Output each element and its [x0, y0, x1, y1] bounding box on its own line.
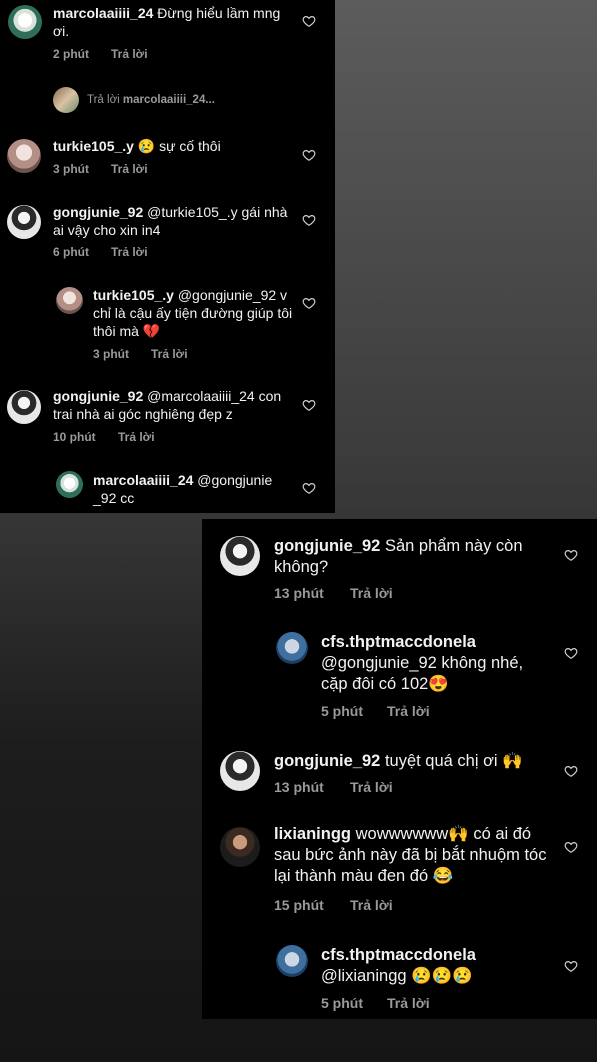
comment-text: turkie105_.y 😢 sự cố thôi — [53, 138, 221, 154]
comment-time: 3 phút — [93, 347, 129, 361]
heart-icon[interactable] — [564, 764, 578, 778]
heart-icon[interactable] — [302, 213, 316, 227]
comment-meta: 13 phút Trả lời — [274, 585, 393, 601]
comment-time: 6 phút — [53, 245, 89, 259]
comment-username[interactable]: cfs.thptmaccdonela — [321, 946, 476, 964]
reply-button[interactable]: Trả lời — [387, 703, 430, 719]
heart-icon[interactable] — [302, 398, 316, 412]
avatar[interactable] — [276, 632, 308, 664]
heart-icon[interactable] — [564, 548, 578, 562]
comment-time: 5 phút — [321, 995, 363, 1011]
comment-text: gongjunie_92 Sản phẩm này còn không? — [274, 537, 523, 577]
comment-username[interactable]: gongjunie_92 — [53, 204, 143, 220]
avatar[interactable] — [56, 471, 83, 498]
comment-time: 5 phút — [321, 703, 363, 719]
comment-text: cfs.thptmaccdonela @lixianingg 😢😢😢 — [321, 946, 476, 986]
comment-username[interactable]: cfs.thptmaccdonela — [321, 633, 476, 651]
comment-username[interactable]: gongjunie_92 — [53, 388, 143, 404]
comment-text: gongjunie_92 tuyệt quá chị ơi 🙌 — [274, 752, 523, 770]
comments-panel-top: marcolaaiiii_24 Đừng hiểu lầm mng ơi. 2 … — [0, 0, 335, 513]
comment-text: turkie105_.y @gongjunie_92 ᴠ chỉ là cậu … — [93, 287, 293, 339]
avatar[interactable] — [7, 139, 41, 173]
comment-meta: 15 phút Trả lời — [274, 897, 393, 913]
avatar[interactable] — [7, 390, 41, 424]
reply-button[interactable]: Trả lời — [111, 162, 148, 176]
reply-button[interactable]: Trả lời — [387, 995, 430, 1011]
comment-username[interactable]: lixianingg — [274, 825, 351, 843]
reply-button[interactable]: Trả lời — [111, 47, 148, 61]
heart-icon[interactable] — [564, 959, 578, 973]
heart-icon[interactable] — [302, 481, 316, 495]
avatar[interactable] — [8, 5, 42, 39]
reply-button[interactable]: Trả lời — [111, 245, 148, 259]
comments-panel-bottom: gongjunie_92 Sản phẩm này còn không? 13 … — [202, 519, 597, 1019]
comment-meta: 6 phút Trả lời — [53, 245, 148, 259]
comment-meta: 13 phút Trả lời — [274, 779, 393, 795]
comment-username[interactable]: marcolaaiiii_24 — [53, 5, 153, 21]
comment-username[interactable]: turkie105_.y — [53, 138, 134, 154]
reply-button[interactable]: Trả lời — [350, 779, 393, 795]
avatar[interactable] — [220, 827, 260, 867]
avatar[interactable] — [56, 287, 83, 314]
comment-meta: 3 phút Trả lời — [93, 347, 188, 361]
heart-icon[interactable] — [302, 296, 316, 310]
comment-time: 15 phút — [274, 897, 324, 913]
comment-time: 3 phút — [53, 162, 89, 176]
comment-username[interactable]: turkie105_.y — [93, 287, 174, 303]
comment-meta: 10 phút Trả lời — [53, 430, 155, 444]
avatar[interactable] — [276, 945, 308, 977]
avatar[interactable] — [7, 205, 41, 239]
comment-username[interactable]: marcolaaiiii_24 — [93, 472, 193, 488]
avatar[interactable] — [220, 536, 260, 576]
comment-time: 2 phút — [53, 47, 89, 61]
comment-text: cfs.thptmaccdonela @gongjunie_92 không n… — [321, 633, 524, 694]
comment-text: gongjunie_92 @turkie105_.y gái nhà ai vậ… — [53, 204, 288, 238]
reply-button[interactable]: Trả lời — [350, 897, 393, 913]
comment-meta: 5 phút Trả lời — [321, 703, 430, 719]
heart-icon[interactable] — [564, 840, 578, 854]
comment-meta: 5 phút Trả lời — [321, 995, 430, 1011]
comment-text: lixianingg wowwwwww🙌 có ai đó sau bức ản… — [274, 825, 547, 886]
comment-time: 13 phút — [274, 585, 324, 601]
comment-meta: 2 phút Trả lời — [53, 47, 148, 61]
view-replies-link[interactable]: Trả lời marcolaaiiii_24... — [53, 87, 215, 113]
heart-icon[interactable] — [302, 14, 316, 28]
comment-username[interactable]: gongjunie_92 — [274, 752, 380, 770]
reply-button[interactable]: Trả lời — [151, 347, 188, 361]
comment-time: 13 phút — [274, 779, 324, 795]
heart-icon[interactable] — [302, 148, 316, 162]
reply-button[interactable]: Trả lời — [350, 585, 393, 601]
comment-time: 10 phút — [53, 430, 96, 444]
reply-button[interactable]: Trả lời — [118, 430, 155, 444]
avatar[interactable] — [220, 751, 260, 791]
avatar — [53, 87, 79, 113]
heart-icon[interactable] — [564, 646, 578, 660]
comment-meta: 3 phút Trả lời — [53, 162, 148, 176]
comment-username[interactable]: gongjunie_92 — [274, 537, 380, 555]
comment-text: marcolaaiiii_24 Đừng hiểu lầm mng ơi. — [53, 5, 281, 39]
comment-text: marcolaaiiii_24 @gongjunie _92 cc — [93, 472, 273, 506]
comment-text: gongjunie_92 @marcolaaiiii_24 con trai n… — [53, 388, 282, 422]
